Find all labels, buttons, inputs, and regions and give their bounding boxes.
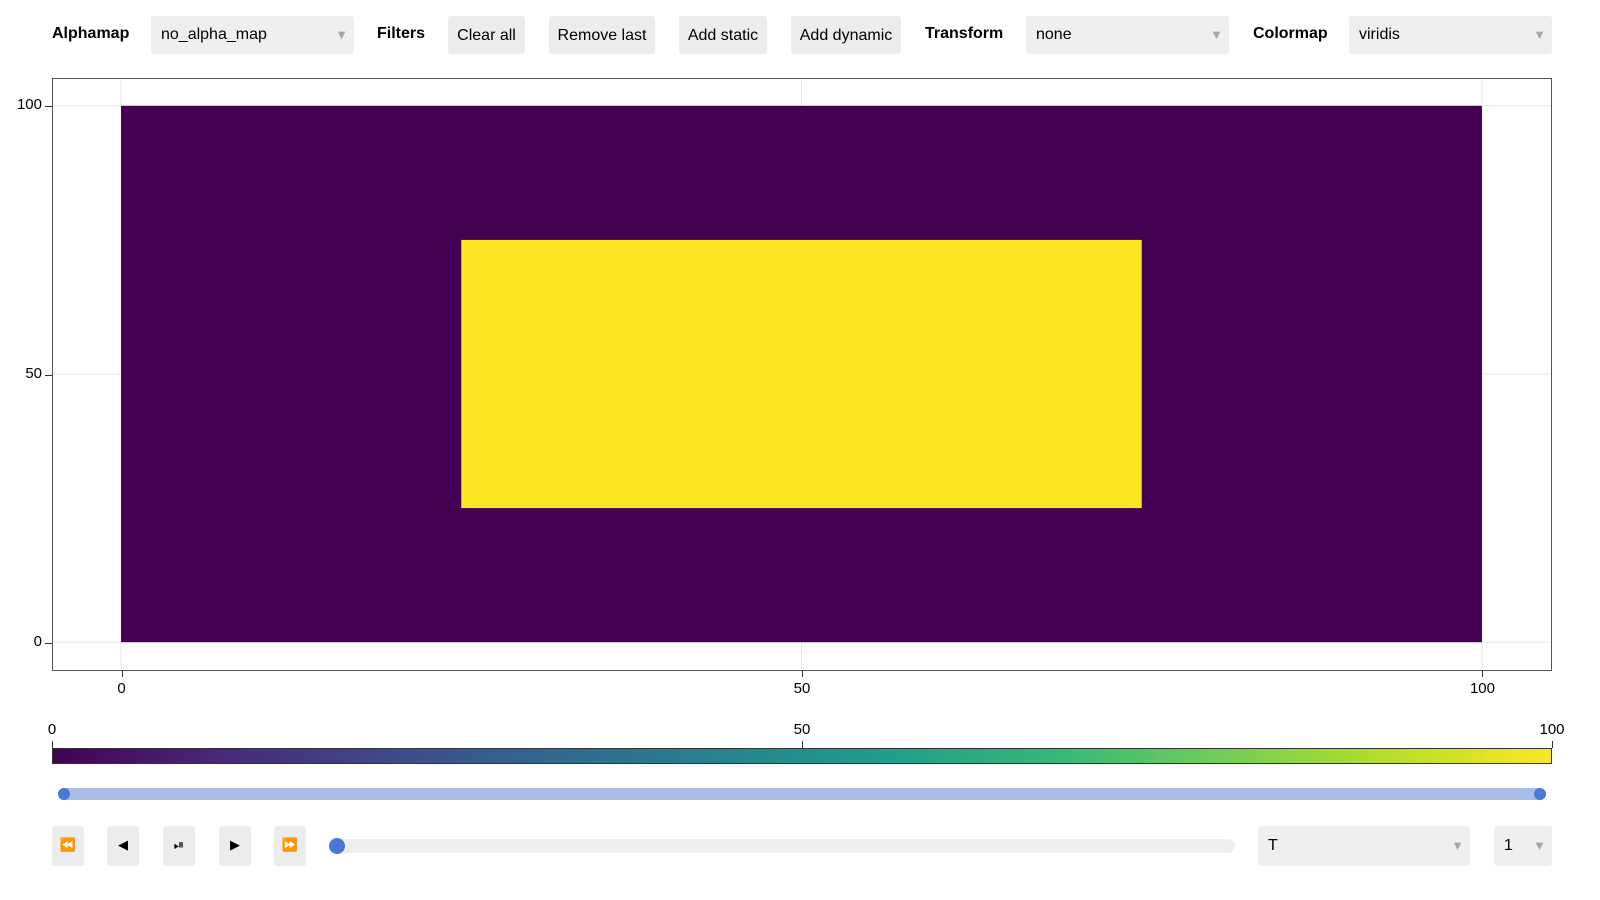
alphamap-dropdown[interactable]: no_alpha_map ▼ bbox=[151, 16, 354, 54]
colorrange-slider-track[interactable] bbox=[58, 788, 1546, 800]
time-slider-track[interactable] bbox=[330, 839, 1235, 853]
colormap-value: viridis bbox=[1359, 26, 1400, 43]
x-tick-mark bbox=[121, 671, 123, 677]
step-back-button[interactable]: ◀ bbox=[107, 826, 139, 866]
add-static-button[interactable]: Add static bbox=[679, 16, 767, 54]
alphamap-label: Alphamap bbox=[52, 25, 130, 42]
colorbar-tick-mark bbox=[52, 741, 53, 748]
chevron-down-icon: ▼ bbox=[1210, 27, 1223, 42]
chevron-down-icon: ▼ bbox=[1533, 27, 1546, 42]
clear-all-button[interactable]: Clear all bbox=[448, 16, 525, 54]
rewind-button[interactable]: ⏪ bbox=[52, 826, 84, 866]
play-icon: ▶ bbox=[230, 838, 240, 853]
x-tick-mark bbox=[1482, 671, 1484, 677]
chevron-down-icon: ▼ bbox=[1533, 838, 1546, 853]
x-tick-label: 100 bbox=[1469, 680, 1495, 697]
time-slider-handle[interactable] bbox=[329, 838, 345, 854]
heatmap-region-1 bbox=[461, 239, 1142, 509]
play-button[interactable]: ▶ bbox=[219, 826, 251, 866]
dimension-dropdown[interactable]: T ▼ bbox=[1258, 826, 1470, 866]
filters-label: Filters bbox=[377, 25, 426, 42]
y-tick-mark bbox=[45, 642, 52, 644]
play-pause-icon: ⏯ bbox=[173, 838, 185, 853]
colorbar-tick-mark bbox=[802, 741, 803, 748]
colorbar-tick-label: 50 bbox=[793, 721, 811, 738]
y-tick-mark bbox=[45, 374, 52, 376]
y-tick-label: 100 bbox=[16, 96, 42, 114]
transform-value: none bbox=[1036, 26, 1072, 43]
remove-last-button[interactable]: Remove last bbox=[549, 16, 655, 54]
y-tick-label: 50 bbox=[25, 364, 42, 382]
colorbar-tick-label: 100 bbox=[1539, 721, 1565, 738]
heatmap-plot[interactable] bbox=[52, 78, 1552, 671]
colormap-label: Colormap bbox=[1253, 25, 1328, 42]
chevron-down-icon: ▼ bbox=[1451, 838, 1464, 853]
x-tick-label: 0 bbox=[117, 680, 126, 697]
chevron-down-icon: ▼ bbox=[335, 27, 348, 42]
y-tick-label: 0 bbox=[33, 632, 42, 650]
rewind-icon: ⏪ bbox=[59, 838, 77, 853]
add-dynamic-button[interactable]: Add dynamic bbox=[791, 16, 901, 54]
x-tick-label: 50 bbox=[793, 680, 811, 697]
colorbar-tick-mark bbox=[1552, 741, 1553, 748]
play-pause-button[interactable]: ⏯ bbox=[163, 826, 195, 866]
transform-label: Transform bbox=[925, 25, 1004, 42]
index-dropdown[interactable]: 1 ▼ bbox=[1494, 826, 1552, 866]
alphamap-value: no_alpha_map bbox=[161, 26, 267, 43]
fast-forward-button[interactable]: ⏩ bbox=[274, 826, 306, 866]
colorrange-low-handle[interactable] bbox=[58, 788, 70, 800]
dimension-value: T bbox=[1268, 837, 1278, 854]
fast-forward-icon: ⏩ bbox=[281, 838, 299, 853]
transform-dropdown[interactable]: none ▼ bbox=[1026, 16, 1229, 54]
colormap-dropdown[interactable]: viridis ▼ bbox=[1349, 16, 1552, 54]
colorbar bbox=[52, 748, 1552, 764]
step-back-icon: ◀ bbox=[118, 838, 128, 853]
y-tick-mark bbox=[45, 106, 52, 108]
index-value: 1 bbox=[1504, 837, 1513, 854]
colorrange-high-handle[interactable] bbox=[1534, 788, 1546, 800]
x-tick-mark bbox=[802, 671, 803, 677]
heatmap-canvas bbox=[53, 79, 1550, 669]
colorbar-tick-label: 0 bbox=[47, 721, 57, 738]
